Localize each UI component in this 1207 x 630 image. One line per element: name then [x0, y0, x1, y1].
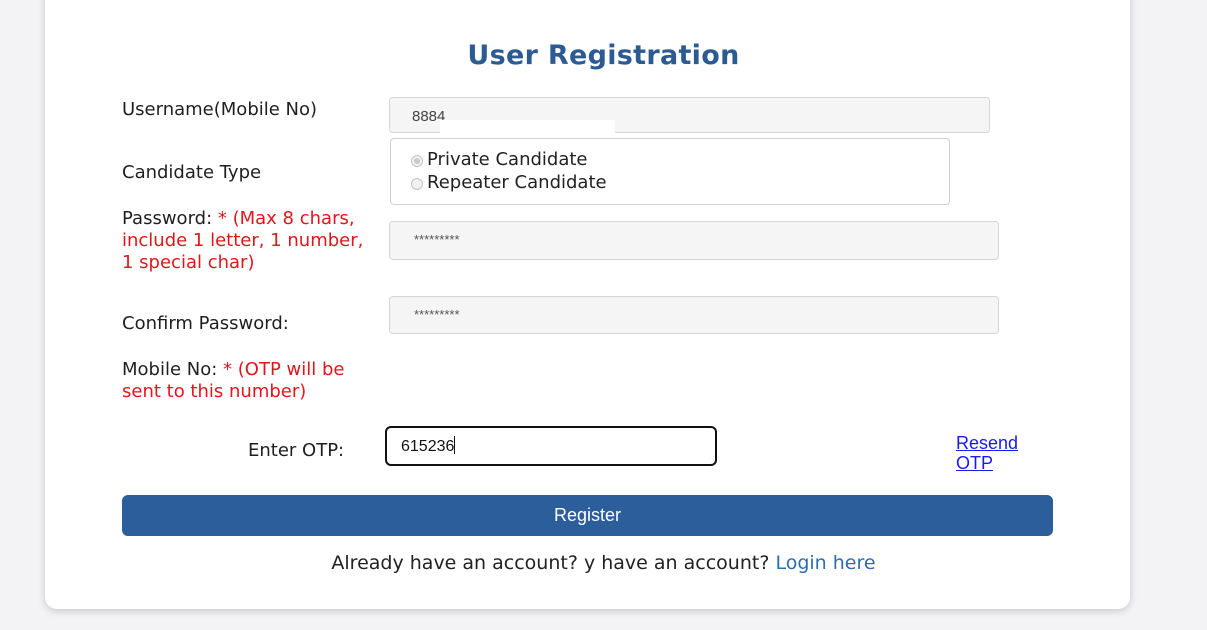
register-button[interactable]: Register: [122, 495, 1053, 536]
resend-otp-link[interactable]: Resend OTP: [956, 433, 1056, 473]
username-redaction: [440, 120, 615, 138]
radio-unchecked-icon[interactable]: [411, 178, 423, 190]
mobile-label-group: Mobile No: * (OTP will be sent to this n…: [122, 359, 367, 403]
password-label: Password:: [122, 208, 213, 229]
radio-private-candidate[interactable]: Private Candidate: [411, 149, 588, 170]
radio-checked-icon[interactable]: [411, 155, 423, 167]
otp-label: Enter OTP:: [248, 440, 345, 461]
radio-repeater-candidate[interactable]: Repeater Candidate: [411, 172, 607, 193]
radio-private-label: Private Candidate: [427, 149, 588, 170]
login-prompt: Already have an account? y have an accou…: [0, 552, 1207, 574]
password-input[interactable]: *********: [389, 221, 999, 260]
password-label-group: Password: * (Max 8 chars, include 1 lett…: [122, 208, 372, 274]
candidate-type-label: Candidate Type: [122, 162, 262, 183]
radio-repeater-label: Repeater Candidate: [427, 172, 607, 193]
otp-value: 615236: [401, 438, 455, 455]
otp-input[interactable]: 615236: [385, 426, 717, 466]
login-link[interactable]: Login here: [775, 552, 875, 574]
confirm-password-label: Confirm Password:: [122, 313, 289, 334]
confirm-password-value: *********: [414, 307, 460, 322]
text-caret: [454, 436, 456, 454]
login-prompt-text: Already have an account? y have an accou…: [331, 552, 770, 574]
page-title: User Registration: [467, 40, 740, 71]
confirm-password-input[interactable]: *********: [389, 296, 999, 334]
candidate-type-group: Private Candidate Repeater Candidate: [390, 138, 950, 205]
username-label: Username(Mobile No): [122, 99, 318, 120]
mobile-label: Mobile No:: [122, 359, 218, 380]
password-value: *********: [414, 232, 460, 247]
